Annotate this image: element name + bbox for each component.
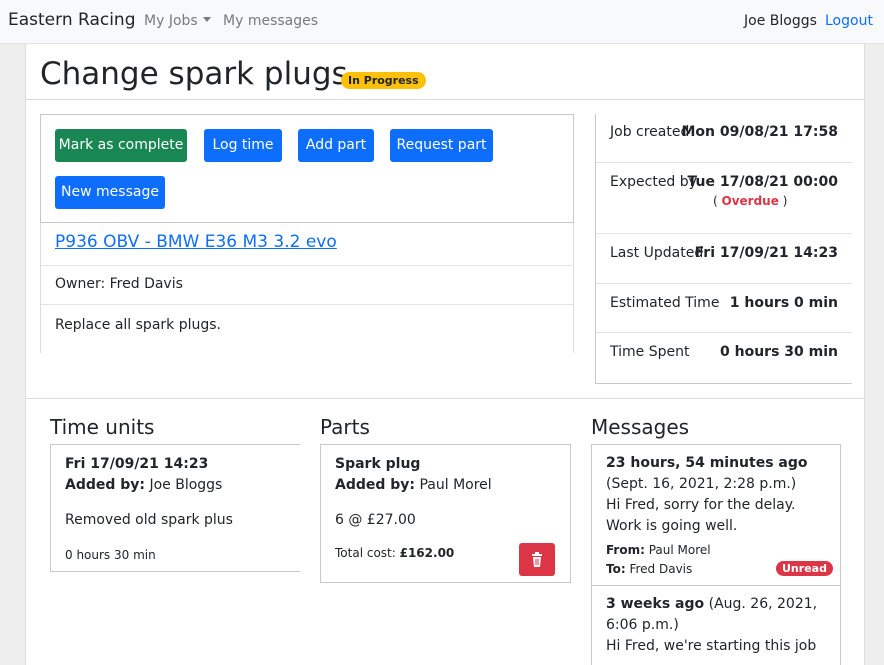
list-item: Owner: Fred Davis [41, 266, 573, 305]
job-actions: Mark as complete Log time Add part Reque… [40, 114, 574, 223]
parts-heading: Parts [320, 415, 370, 439]
estimated-value: 1 hours 0 min [729, 295, 838, 311]
messages-list: 23 hours, 54 minutes ago (Sept. 16, 2021… [591, 444, 841, 665]
spent-value: 0 hours 30 min [720, 344, 838, 360]
created-label: Job created [610, 124, 690, 140]
overdue-open: ( [713, 194, 718, 208]
brand-link[interactable]: Eastern Racing [8, 10, 136, 30]
added-by-name: Joe Bloggs [149, 477, 223, 493]
overdue-note: ( Overdue ) [713, 194, 787, 208]
overdue-badge: Overdue [721, 194, 779, 208]
message-ago: 23 hours, 54 minutes ago [606, 455, 808, 471]
time-unit-note: Removed old spark plus [65, 512, 233, 528]
mark-complete-button[interactable]: Mark as complete [55, 129, 187, 162]
job-description: Replace all spark plugs. [55, 317, 221, 333]
to-label: To: [606, 562, 626, 576]
estimated-label: Estimated Time [610, 295, 720, 311]
info-row-created: Job created Mon 09/08/21 17:58 [596, 114, 852, 163]
added-by-label: Added by: [335, 477, 416, 493]
delete-part-button[interactable] [519, 543, 555, 576]
log-time-button[interactable]: Log time [204, 129, 282, 162]
my-jobs-label: My Jobs [144, 13, 198, 29]
time-unit-card: Fri 17/09/21 14:23 Added by: Joe Bloggs … [50, 444, 300, 572]
page-header: Change spark plugs In Progress [26, 44, 864, 100]
my-jobs-dropdown[interactable]: My Jobs [144, 13, 211, 29]
caret-down-icon [202, 17, 211, 22]
time-unit-date: Fri 17/09/21 14:23 [65, 456, 209, 472]
message-from: From: Paul Morel [606, 543, 711, 557]
spent-label: Time Spent [610, 344, 690, 360]
unread-badge: Unread [776, 561, 833, 576]
list-item: Replace all spark plugs. [41, 305, 573, 353]
job-info-table: Job created Mon 09/08/21 17:58 Expected … [595, 114, 852, 384]
part-total: Total cost: £162.00 [335, 546, 454, 560]
status-badge: In Progress [341, 72, 426, 89]
expected-value: Tue 17/08/21 00:00 [687, 174, 838, 190]
from-name: Paul Morel [648, 543, 711, 557]
message-item[interactable]: 23 hours, 54 minutes ago (Sept. 16, 2021… [592, 445, 840, 586]
message-item[interactable]: 3 weeks ago (Aug. 26, 2021, 6:06 p.m.) H… [592, 586, 840, 665]
trash-icon [532, 552, 542, 567]
added-by-name: Paul Morel [419, 477, 492, 493]
overdue-close: ) [782, 194, 788, 208]
part-added-by: Added by: Paul Morel [335, 477, 492, 493]
from-label: From: [606, 543, 645, 557]
navbar: Eastern Racing My Jobs My messages Joe B… [0, 0, 884, 44]
to-name: Fred Davis [629, 562, 693, 576]
added-by-label: Added by: [65, 477, 146, 493]
list-item: P936 OBV - BMW E36 M3 3.2 evo [41, 223, 573, 266]
car-link[interactable]: P936 OBV - BMW E36 M3 3.2 evo [55, 232, 337, 252]
updated-label: Last Updated [610, 245, 704, 261]
time-unit-added-by: Added by: Joe Bloggs [65, 477, 222, 493]
section-divider [26, 398, 864, 399]
request-part-button[interactable]: Request part [390, 129, 493, 162]
part-quantity-price: 6 @ £27.00 [335, 512, 416, 528]
total-label: Total cost: [335, 546, 396, 560]
info-row-updated: Last Updated Fri 17/09/21 14:23 [596, 234, 852, 284]
time-units-heading: Time units [50, 415, 155, 439]
expected-label: Expected by [610, 174, 697, 190]
logout-link[interactable]: Logout [825, 13, 873, 29]
new-message-button[interactable]: New message [55, 176, 165, 209]
current-user: Joe Bloggs [744, 13, 817, 29]
message-date: (Sept. 16, 2021, 2:28 p.m.) [606, 476, 797, 492]
total-value: £162.00 [399, 546, 455, 560]
page-title: Change spark plugs [40, 56, 348, 92]
message-header: 23 hours, 54 minutes ago (Sept. 16, 2021… [606, 453, 828, 495]
message-body: Hi Fred, we're starting this job [606, 638, 817, 654]
messages-heading: Messages [591, 415, 690, 439]
created-value: Mon 09/08/21 17:58 [681, 124, 838, 140]
part-card: Spark plug Added by: Paul Morel 6 @ £27.… [320, 444, 571, 583]
job-details-list: P936 OBV - BMW E36 M3 3.2 evo Owner: Fre… [40, 223, 574, 353]
updated-value: Fri 17/09/21 14:23 [694, 245, 838, 261]
message-to: To: Fred Davis [606, 562, 692, 576]
message-body: Hi Fred, sorry for the delay. Work is go… [606, 497, 796, 534]
add-part-button[interactable]: Add part [298, 129, 374, 162]
info-row-spent: Time Spent 0 hours 30 min [596, 333, 852, 383]
owner-text: Owner: Fred Davis [55, 276, 183, 292]
my-messages-link[interactable]: My messages [223, 13, 318, 29]
time-unit-duration: 0 hours 30 min [65, 548, 156, 562]
info-row-estimated: Estimated Time 1 hours 0 min [596, 284, 852, 333]
message-header: 3 weeks ago (Aug. 26, 2021, 6:06 p.m.) [606, 594, 828, 636]
message-ago: 3 weeks ago [606, 596, 705, 612]
part-name: Spark plug [335, 456, 421, 472]
job-page: Change spark plugs In Progress Mark as c… [25, 44, 865, 665]
